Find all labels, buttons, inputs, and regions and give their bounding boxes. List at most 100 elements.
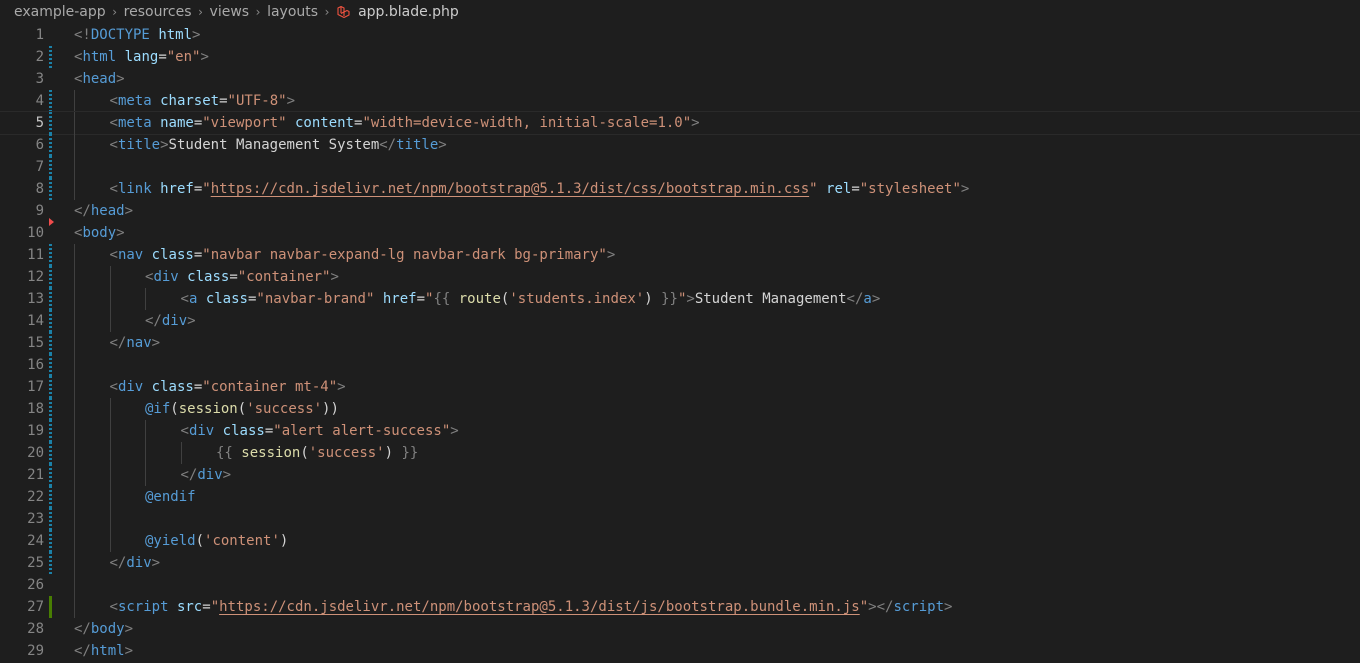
code-line[interactable]: 16	[0, 354, 1360, 376]
git-modified-marker[interactable]	[49, 464, 52, 486]
line-number[interactable]: 21	[0, 464, 44, 486]
breadcrumb-item-resources[interactable]: resources	[124, 4, 192, 20]
code-line[interactable]: 11 <nav class="navbar navbar-expand-lg na…	[0, 244, 1360, 266]
line-number[interactable]: 14	[0, 310, 44, 332]
line-number[interactable]: 18	[0, 398, 44, 420]
git-modified-marker[interactable]	[49, 90, 52, 112]
git-modified-marker[interactable]	[49, 376, 52, 398]
line-number[interactable]: 12	[0, 266, 44, 288]
git-modified-marker[interactable]	[49, 310, 52, 332]
git-modified-marker[interactable]	[49, 156, 52, 178]
code-line[interactable]: 27 <script src="https://cdn.jsdelivr.net/…	[0, 596, 1360, 618]
git-modified-marker[interactable]	[49, 486, 52, 508]
line-number[interactable]: 16	[0, 354, 44, 376]
git-modified-marker[interactable]	[49, 112, 52, 134]
code-link[interactable]: https://cdn.jsdelivr.net/npm/bootstrap@5…	[211, 181, 809, 197]
code-line[interactable]: 6 <title>Student Management System</title…	[0, 134, 1360, 156]
code-token: >	[116, 225, 125, 241]
code-line[interactable]: 15 </nav>	[0, 332, 1360, 354]
line-number[interactable]: 29	[0, 640, 44, 662]
git-modified-marker[interactable]	[49, 332, 52, 354]
git-modified-marker[interactable]	[49, 354, 52, 376]
code-line[interactable]: 4 <meta charset="UTF-8">	[0, 90, 1360, 112]
line-number[interactable]: 9	[0, 200, 44, 222]
line-number[interactable]: 22	[0, 486, 44, 508]
code-line[interactable]: 24 @yield('content')	[0, 530, 1360, 552]
line-number[interactable]: 25	[0, 552, 44, 574]
line-number[interactable]: 5	[0, 112, 44, 134]
line-number[interactable]: 3	[0, 68, 44, 90]
code-line[interactable]: 28 </body>	[0, 618, 1360, 640]
code-token: <	[109, 379, 118, 395]
line-number[interactable]: 2	[0, 46, 44, 68]
code-line[interactable]: 5 <meta name="viewport" content="width=de…	[0, 111, 1360, 135]
code-line[interactable]: 12 <div class="container">	[0, 266, 1360, 288]
code-token: }}	[652, 291, 678, 307]
code-line[interactable]: 9 </head>	[0, 200, 1360, 226]
code-line[interactable]: 7	[0, 156, 1360, 178]
code-line[interactable]: 17 <div class="container mt-4">	[0, 376, 1360, 398]
line-number[interactable]: 23	[0, 508, 44, 530]
indent-guide	[145, 442, 146, 464]
code-editor[interactable]: 1 <!DOCTYPE html> 2 <html lang="en"> 3 <head>…	[0, 24, 1360, 663]
line-number[interactable]: 17	[0, 376, 44, 398]
line-number[interactable]: 26	[0, 574, 44, 596]
line-number[interactable]: 7	[0, 156, 44, 178]
line-number[interactable]: 6	[0, 134, 44, 156]
code-line[interactable]: 2 <html lang="en">	[0, 46, 1360, 68]
code-token: <	[180, 291, 189, 307]
git-modified-marker[interactable]	[49, 244, 52, 266]
code-line[interactable]: 13 <a class="navbar-brand" href="{{ route…	[0, 288, 1360, 310]
line-number[interactable]: 28	[0, 618, 44, 640]
code-line[interactable]: 23	[0, 508, 1360, 530]
line-number[interactable]: 20	[0, 442, 44, 464]
code-line[interactable]: 1 <!DOCTYPE html>	[0, 24, 1360, 46]
breadcrumb-item-layouts[interactable]: layouts	[267, 4, 318, 20]
line-number[interactable]: 1	[0, 24, 44, 46]
line-number[interactable]: 4	[0, 90, 44, 112]
code-line[interactable]: 3 <head>	[0, 68, 1360, 90]
line-number[interactable]: 13	[0, 288, 44, 310]
git-modified-marker[interactable]	[49, 530, 52, 552]
code-token: meta	[117, 115, 152, 131]
git-modified-marker[interactable]	[49, 266, 52, 288]
line-number[interactable]: 24	[0, 530, 44, 552]
git-modified-marker[interactable]	[49, 398, 52, 420]
git-modified-marker[interactable]	[49, 288, 52, 310]
git-modified-marker[interactable]	[49, 442, 52, 464]
code-link[interactable]: https://cdn.jsdelivr.net/npm/bootstrap@5…	[219, 599, 860, 615]
git-modified-marker[interactable]	[49, 46, 52, 68]
code-token: div	[188, 423, 215, 439]
code-line[interactable]: 19 <div class="alert alert-success">	[0, 420, 1360, 442]
git-modified-marker[interactable]	[49, 420, 52, 442]
line-number[interactable]: 10	[0, 222, 44, 244]
breadcrumb-item-example-app[interactable]: example-app	[14, 4, 106, 20]
git-modified-marker[interactable]	[49, 508, 52, 530]
code-line[interactable]: 20 {{ session('success') }}	[0, 442, 1360, 464]
code-line[interactable]: 8 <link href="https://cdn.jsdelivr.net/np…	[0, 178, 1360, 200]
code-text: <title>Student Management System</title>	[110, 134, 447, 156]
breadcrumb-item-views[interactable]: views	[210, 4, 250, 20]
code-line[interactable]: 10 <body>	[0, 222, 1360, 244]
line-number[interactable]: 15	[0, 332, 44, 354]
line-number[interactable]: 19	[0, 420, 44, 442]
line-number[interactable]: 11	[0, 244, 44, 266]
git-modified-marker[interactable]	[49, 134, 52, 156]
git-modified-marker[interactable]	[49, 178, 52, 200]
code-line[interactable]: 22 @endif	[0, 486, 1360, 508]
code-line[interactable]: 25 </div>	[0, 552, 1360, 574]
indent-guide	[74, 90, 75, 112]
line-number[interactable]: 27	[0, 596, 44, 618]
line-number[interactable]: 8	[0, 178, 44, 200]
code-token: >	[691, 115, 700, 131]
breadcrumb-file-name[interactable]: app.blade.php	[358, 4, 459, 20]
code-line[interactable]: 26	[0, 574, 1360, 596]
code-line[interactable]: 14 </div>	[0, 310, 1360, 332]
git-added-marker[interactable]	[49, 596, 52, 618]
code-token: route	[458, 291, 501, 307]
git-modified-marker[interactable]	[49, 552, 52, 574]
code-line[interactable]: 21 </div>	[0, 464, 1360, 486]
code-line[interactable]: 29 </html>	[0, 640, 1360, 662]
code-line[interactable]: 18 @if(session('success'))	[0, 398, 1360, 420]
